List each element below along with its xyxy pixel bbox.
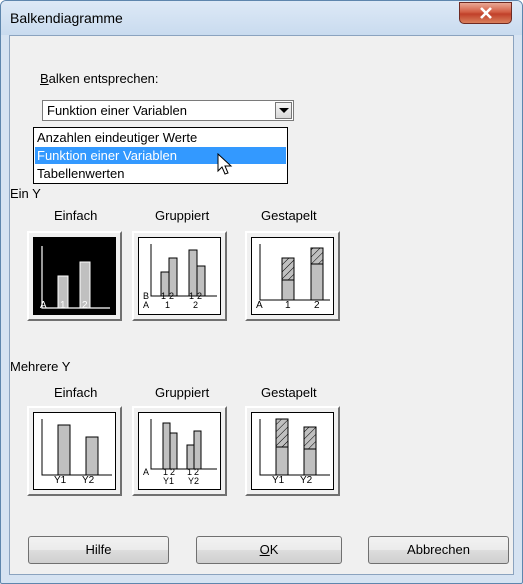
- title-bar[interactable]: Balkendiagramme: [1, 1, 522, 35]
- stacked-bar-chart-icon: [259, 244, 330, 301]
- multiple-y-heading: Mehrere Y: [10, 359, 71, 374]
- dialog-window: Balkendiagramme Balken entsprechen: Funk…: [0, 0, 523, 584]
- chart-preview: A 1 2: [251, 237, 334, 315]
- combobox-value: Funktion einer Variablen: [47, 103, 187, 118]
- axis-label: 1: [165, 300, 171, 310]
- chevron-down-icon: [279, 108, 289, 113]
- axis-label: Y1: [272, 475, 285, 486]
- chart-option-multi-y-grouped[interactable]: A 1 2 1 2 Y1 Y2: [132, 406, 227, 496]
- ok-button[interactable]: OK: [196, 536, 342, 564]
- axis-label: A: [143, 467, 150, 477]
- tile-label-multi-y-simple: Einfach: [54, 385, 98, 400]
- close-icon: [480, 7, 492, 19]
- chart-option-one-y-stacked[interactable]: A 1 2: [245, 231, 340, 321]
- cancel-button[interactable]: Abbrechen: [368, 536, 509, 564]
- window-title: Balkendiagramme: [10, 10, 123, 26]
- dropdown-option[interactable]: Anzahlen eindeutiger Werte: [35, 129, 286, 146]
- tile-label-one-y-grouped: Gruppiert: [155, 208, 210, 223]
- dialog-client-area: Balken entsprechen: Funktion einer Varia…: [9, 35, 514, 575]
- axis-label: A: [256, 300, 263, 311]
- help-button[interactable]: Hilfe: [28, 536, 169, 564]
- mouse-pointer-icon: [217, 153, 233, 175]
- tile-label-multi-y-grouped: Gruppiert: [155, 385, 210, 400]
- bar-chart-icon: [41, 419, 112, 476]
- axis-label: 1: [285, 300, 291, 311]
- bars-represent-combobox[interactable]: Funktion einer Variablen: [42, 100, 294, 121]
- axis-label: 2: [82, 300, 88, 311]
- dropdown-option-selected[interactable]: Funktion einer Variablen: [35, 147, 286, 164]
- combobox-dropdown-button[interactable]: [275, 102, 292, 119]
- chart-preview: A 1 2 1 2 Y1 Y2: [138, 412, 221, 490]
- axis-label: 1: [60, 300, 66, 311]
- close-button[interactable]: [459, 2, 512, 24]
- axis-label: Y1: [163, 476, 175, 486]
- axis-label: Y2: [82, 475, 95, 486]
- axis-label: A: [143, 300, 150, 310]
- axis-label: 2: [314, 300, 320, 311]
- chart-preview: B A 1 2 1 2 1 2: [138, 237, 221, 315]
- chart-option-multi-y-stacked[interactable]: Y1 Y2: [245, 406, 340, 496]
- chart-preview: Y1 Y2: [33, 412, 116, 490]
- grouped-bar-chart-icon: [150, 244, 217, 297]
- grouped-bar-chart-icon: [150, 419, 217, 470]
- axis-label: Y2: [188, 476, 200, 486]
- axis-label: Y1: [54, 475, 67, 486]
- tile-label-multi-y-stacked: Gestapelt: [261, 385, 317, 400]
- tile-label-one-y-stacked: Gestapelt: [261, 208, 317, 223]
- bars-represent-dropdown-list[interactable]: Anzahlen eindeutiger Werte Funktion eine…: [33, 127, 288, 184]
- chart-preview: A 1 2: [33, 237, 116, 315]
- axis-label: Y2: [300, 475, 313, 486]
- bars-represent-label: Balken entsprechen:: [40, 71, 159, 86]
- chart-option-multi-y-simple[interactable]: Y1 Y2: [27, 406, 122, 496]
- stacked-bar-chart-icon: [259, 418, 330, 476]
- one-y-heading: Ein Y: [10, 186, 41, 201]
- chart-preview: Y1 Y2: [251, 412, 334, 490]
- axis-label: 2: [193, 300, 199, 310]
- dropdown-option[interactable]: Tabellenwerten: [35, 165, 286, 182]
- axis-label: A: [40, 300, 47, 311]
- chart-option-one-y-simple[interactable]: A 1 2: [27, 231, 122, 321]
- chart-option-one-y-grouped[interactable]: B A 1 2 1 2 1 2: [132, 231, 227, 321]
- tile-label-one-y-simple: Einfach: [54, 208, 98, 223]
